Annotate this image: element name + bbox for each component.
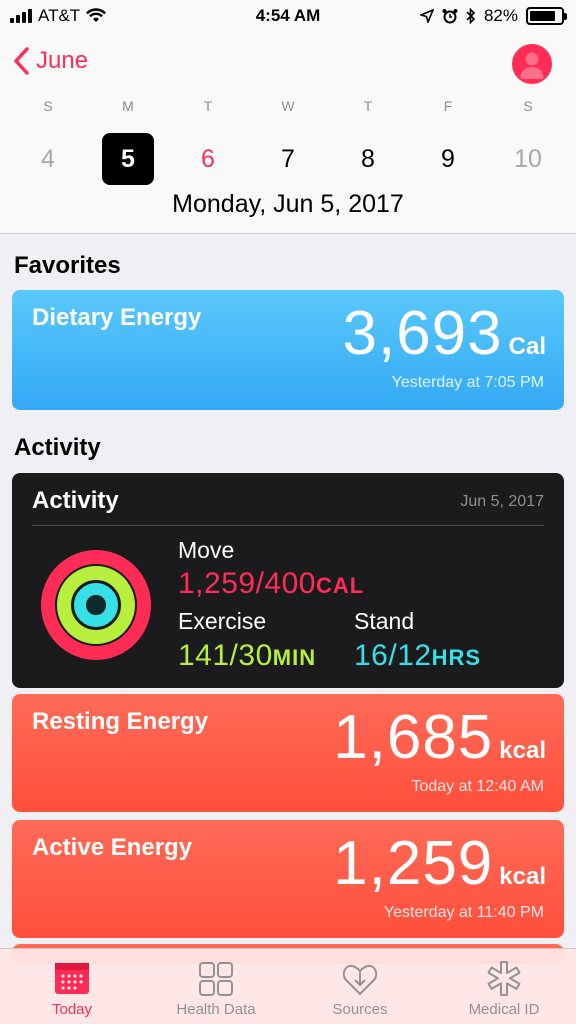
- grid-icon: [199, 962, 233, 996]
- weekday-label: W: [281, 98, 295, 114]
- value-number: 1,685: [333, 703, 494, 772]
- day-5-selected[interactable]: 5: [88, 133, 168, 185]
- active-energy-card[interactable]: Active Energy 1,259 kcal Yesterday at 11…: [12, 820, 564, 938]
- card-title: Dietary Energy: [32, 304, 202, 331]
- profile-button[interactable]: [512, 44, 552, 84]
- weekday-label: S: [523, 98, 533, 114]
- tab-health-data[interactable]: Health Data: [144, 949, 288, 1024]
- resting-energy-card[interactable]: Resting Energy 1,685 kcal Today at 12:40…: [12, 694, 564, 812]
- day-7[interactable]: 7: [248, 133, 328, 185]
- asterisk-icon: [487, 961, 521, 996]
- day-9[interactable]: 9: [408, 133, 488, 185]
- card-timestamp: Today at 12:40 AM: [411, 778, 544, 795]
- weekday-label: T: [363, 98, 373, 114]
- battery-percent: 82%: [483, 6, 518, 25]
- favorites-heading: Favorites: [14, 252, 121, 279]
- weekday-label: F: [443, 98, 453, 114]
- weekday-label: S: [43, 98, 53, 114]
- exercise-value: 141/30MIN: [178, 639, 317, 672]
- location-arrow-icon: [419, 9, 434, 23]
- card-title: Resting Energy: [32, 708, 209, 735]
- chevron-left-icon: [14, 47, 29, 75]
- calendar-icon: [55, 963, 89, 994]
- activity-card[interactable]: Activity Jun 5, 2017 Move 1,259/400CAL E…: [12, 473, 564, 688]
- value-number: 3,693: [342, 299, 503, 368]
- selected-date: Monday, Jun 5, 2017: [172, 190, 404, 218]
- divider: [32, 525, 544, 526]
- card-value: 1,685 kcal: [333, 702, 546, 773]
- tab-sources[interactable]: Sources: [288, 949, 432, 1024]
- dietary-energy-card[interactable]: Dietary Energy 3,693 Cal Yesterday at 7:…: [12, 290, 564, 410]
- move-value: 1,259/400CAL: [178, 567, 365, 600]
- card-timestamp: Yesterday at 11:40 PM: [383, 904, 544, 921]
- card-value: 1,259 kcal: [333, 828, 546, 899]
- day-4[interactable]: 4: [8, 133, 88, 185]
- tab-label: Medical ID: [468, 1001, 540, 1018]
- tab-label: Health Data: [176, 1001, 256, 1018]
- tab-label: Today: [51, 1001, 93, 1018]
- weekday-header: S M T W T F S: [0, 98, 576, 114]
- exercise-label: Exercise: [178, 608, 267, 634]
- card-timestamp: Yesterday at 7:05 PM: [391, 374, 544, 391]
- value-number: 1,259: [333, 829, 494, 898]
- back-label: June: [36, 47, 89, 74]
- status-right: 82%: [419, 6, 567, 26]
- value-unit: Cal: [508, 333, 546, 360]
- card-title: Active Energy: [32, 834, 193, 861]
- tab-today[interactable]: Today: [0, 949, 144, 1024]
- bluetooth-icon: [466, 8, 476, 24]
- value-unit: kcal: [499, 737, 546, 764]
- day-10[interactable]: 10: [488, 133, 568, 185]
- stand-value: 16/12HRS: [354, 639, 482, 672]
- day-6-today[interactable]: 6: [168, 133, 248, 185]
- person-icon: [514, 46, 550, 82]
- card-title: Activity: [32, 487, 119, 514]
- header: AT&T 4:54 AM 82% June S M T W T F S 4 5 …: [0, 0, 576, 234]
- week-days: 4 5 6 7 8 9 10: [0, 133, 576, 185]
- alarm-icon: [442, 9, 458, 24]
- activity-heading: Activity: [14, 434, 101, 461]
- battery-icon: [526, 7, 567, 25]
- card-value: 3,693 Cal: [342, 298, 546, 369]
- heart-download-icon: [342, 964, 378, 996]
- stand-label: Stand: [354, 608, 415, 634]
- tab-label: Sources: [332, 1001, 388, 1018]
- card-date: Jun 5, 2017: [460, 493, 544, 510]
- tab-bar: Today Health Data Sources Medical ID: [0, 948, 576, 1024]
- tab-medical-id[interactable]: Medical ID: [432, 949, 576, 1024]
- status-bar: AT&T 4:54 AM 82%: [0, 0, 576, 34]
- value-unit: kcal: [499, 863, 546, 890]
- weekday-label: M: [122, 98, 134, 114]
- activity-rings-icon: [41, 550, 151, 660]
- move-label: Move: [178, 537, 235, 563]
- day-8[interactable]: 8: [328, 133, 408, 185]
- weekday-label: T: [203, 98, 213, 114]
- back-button[interactable]: June: [12, 46, 88, 76]
